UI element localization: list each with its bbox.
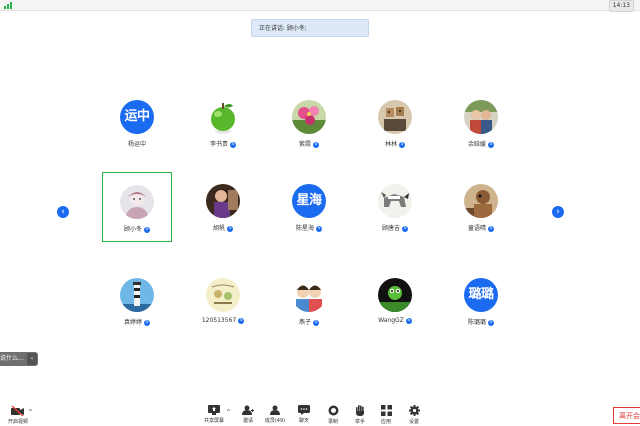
avatar bbox=[464, 184, 498, 218]
status-bar: 14:13 bbox=[0, 0, 640, 12]
participant-name: 李书贵 S bbox=[209, 141, 236, 148]
participant-name: 陈星海 S bbox=[295, 225, 322, 232]
avatar: 璐璐 bbox=[464, 278, 498, 312]
raise-hand-icon bbox=[356, 405, 364, 416]
badge-icon: S bbox=[313, 319, 319, 326]
participant-tile[interactable]: 余晗媛 S bbox=[446, 82, 516, 152]
toolbar-label: 共享屏幕 bbox=[203, 418, 224, 424]
members-button[interactable]: 成员(49) bbox=[260, 405, 290, 424]
members-icon bbox=[270, 405, 280, 415]
participant-name: 余晗媛 S bbox=[467, 141, 494, 148]
avatar: 星海 bbox=[292, 184, 326, 218]
participant-name: 燕子 S bbox=[298, 319, 319, 326]
participant-tile[interactable]: 袁婷婷 S bbox=[102, 260, 172, 330]
badge-icon: S bbox=[488, 141, 494, 148]
avatar bbox=[120, 185, 154, 219]
speaking-indicator: 正在讲话: 顾小冬; bbox=[251, 19, 369, 37]
video-options-caret-icon[interactable]: ^ bbox=[28, 409, 33, 416]
badge-icon: S bbox=[313, 141, 319, 148]
apps-button[interactable]: 应用 bbox=[371, 405, 401, 425]
clock: 14:13 bbox=[608, 0, 634, 12]
share-options-caret-icon[interactable]: ^ bbox=[226, 409, 231, 416]
apps-grid-icon bbox=[380, 405, 392, 416]
badge-icon: S bbox=[144, 226, 150, 233]
toolbar-label: 录制 bbox=[327, 419, 338, 425]
meeting-toolbar: 开启视频 ^ 共享屏幕 ^ 邀请 成员(49) 聊天 录制 举手 应用 设置 bbox=[0, 395, 640, 426]
participant-tile[interactable]: 李书贵 S bbox=[188, 82, 258, 152]
toolbar-label: 设置 bbox=[408, 419, 419, 425]
badge-icon: S bbox=[402, 225, 408, 232]
settings-button[interactable]: 设置 bbox=[399, 405, 429, 425]
record-icon bbox=[328, 405, 338, 416]
participant-name: 顾小冬 S bbox=[123, 226, 150, 233]
avatar bbox=[292, 278, 326, 312]
badge-icon: S bbox=[488, 319, 494, 326]
share-screen-button[interactable]: 共享屏幕 bbox=[199, 405, 229, 424]
badge-icon: S bbox=[405, 317, 412, 324]
chevron-left-icon: ‹ bbox=[61, 207, 65, 217]
participant-tile[interactable]: 星海 陈星海 S bbox=[274, 166, 344, 236]
participant-tile[interactable]: 运中 杨运中 bbox=[102, 82, 172, 152]
avatar bbox=[120, 278, 154, 312]
badge-icon: S bbox=[227, 225, 233, 232]
toolbar-label: 成员(49) bbox=[264, 418, 286, 424]
avatar bbox=[378, 100, 412, 134]
participant-name: 陈璐璐 S bbox=[467, 319, 494, 326]
participant-tile[interactable]: 璐璐 陈璐璐 S bbox=[446, 260, 516, 330]
collapse-chat-button[interactable]: ‹ bbox=[27, 353, 37, 365]
participant-tile[interactable]: 顾唐吉 S bbox=[360, 166, 430, 236]
badge-icon: S bbox=[230, 141, 236, 148]
participant-name: 胡帆 S bbox=[212, 225, 233, 232]
chevron-right-icon: › bbox=[556, 207, 560, 217]
participant-tile[interactable]: 胡帆 S bbox=[188, 166, 258, 236]
share-screen-icon bbox=[208, 405, 220, 415]
participant-tile[interactable]: 燕子 S bbox=[274, 260, 344, 330]
participant-tile-active[interactable]: 顾小冬 S bbox=[102, 172, 172, 242]
participant-name: 120513567 S bbox=[201, 317, 245, 324]
participant-name: 紫霞 S bbox=[298, 141, 319, 148]
invite-user-icon bbox=[242, 405, 254, 415]
badge-icon: S bbox=[316, 225, 322, 232]
toolbar-label: 开启视频 bbox=[7, 419, 28, 425]
participant-tile[interactable]: 童语晴 S bbox=[446, 166, 516, 236]
avatar: 运中 bbox=[120, 100, 154, 134]
avatar bbox=[378, 278, 412, 312]
toolbar-label: 聊天 bbox=[298, 418, 309, 424]
video-off-icon bbox=[11, 406, 24, 416]
record-button[interactable]: 录制 bbox=[318, 405, 348, 425]
avatar bbox=[464, 100, 498, 134]
participant-name: 顾唐吉 S bbox=[381, 225, 408, 232]
participant-name: WangGZ S bbox=[378, 317, 412, 324]
badge-icon: S bbox=[399, 141, 405, 148]
participant-tile[interactable]: 紫霞 S bbox=[274, 82, 344, 152]
participant-name: 林林 S bbox=[384, 141, 405, 148]
signal-bars-icon bbox=[4, 2, 14, 9]
next-page-button[interactable]: › bbox=[552, 206, 564, 218]
participant-name: 童语晴 S bbox=[467, 225, 494, 232]
toolbar-label: 邀请 bbox=[242, 418, 253, 424]
prev-page-button[interactable]: ‹ bbox=[57, 206, 69, 218]
avatar bbox=[206, 100, 240, 134]
participant-name: 杨运中 bbox=[127, 141, 146, 148]
avatar bbox=[378, 184, 412, 218]
chat-preview: 说什么... bbox=[0, 355, 24, 362]
avatar bbox=[292, 100, 326, 134]
toolbar-label: 应用 bbox=[380, 419, 391, 425]
avatar bbox=[206, 184, 240, 218]
chat-bubble-icon bbox=[298, 405, 310, 415]
participant-tile[interactable]: WangGZ S bbox=[360, 260, 430, 330]
leave-meeting-button[interactable]: 离开会议 bbox=[613, 407, 640, 424]
participant-name: 袁婷婷 S bbox=[123, 319, 150, 326]
participant-tile[interactable]: 120513567 S bbox=[188, 260, 258, 330]
chat-popup[interactable]: 说什么... ‹ bbox=[0, 352, 38, 366]
badge-icon: S bbox=[238, 317, 245, 324]
gear-icon bbox=[408, 405, 420, 416]
participant-tile[interactable]: 林林 S bbox=[360, 82, 430, 152]
invite-button[interactable]: 邀请 bbox=[233, 405, 263, 424]
badge-icon: S bbox=[144, 319, 150, 326]
badge-icon: S bbox=[488, 225, 494, 232]
chat-button[interactable]: 聊天 bbox=[289, 405, 319, 424]
avatar bbox=[206, 278, 240, 312]
